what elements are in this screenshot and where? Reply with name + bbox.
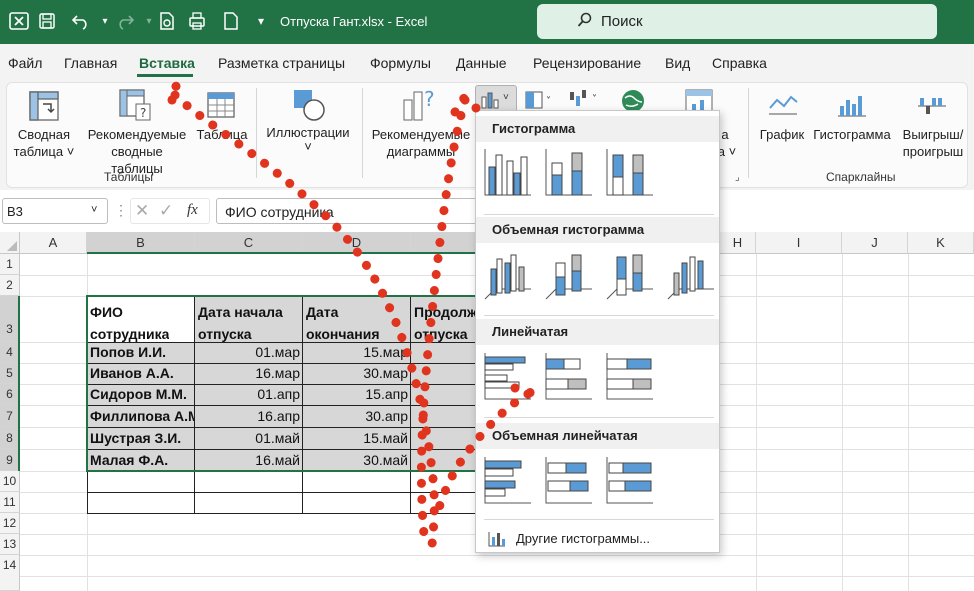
- annotation-arrows: [167, 80, 537, 550]
- annotation-dotted-path-1: [170, 90, 439, 550]
- annotation-arrowhead-2: [450, 91, 481, 117]
- annotation-dotted-path-2: [416, 95, 470, 550]
- annotation-dotted-path-3: [431, 389, 533, 525]
